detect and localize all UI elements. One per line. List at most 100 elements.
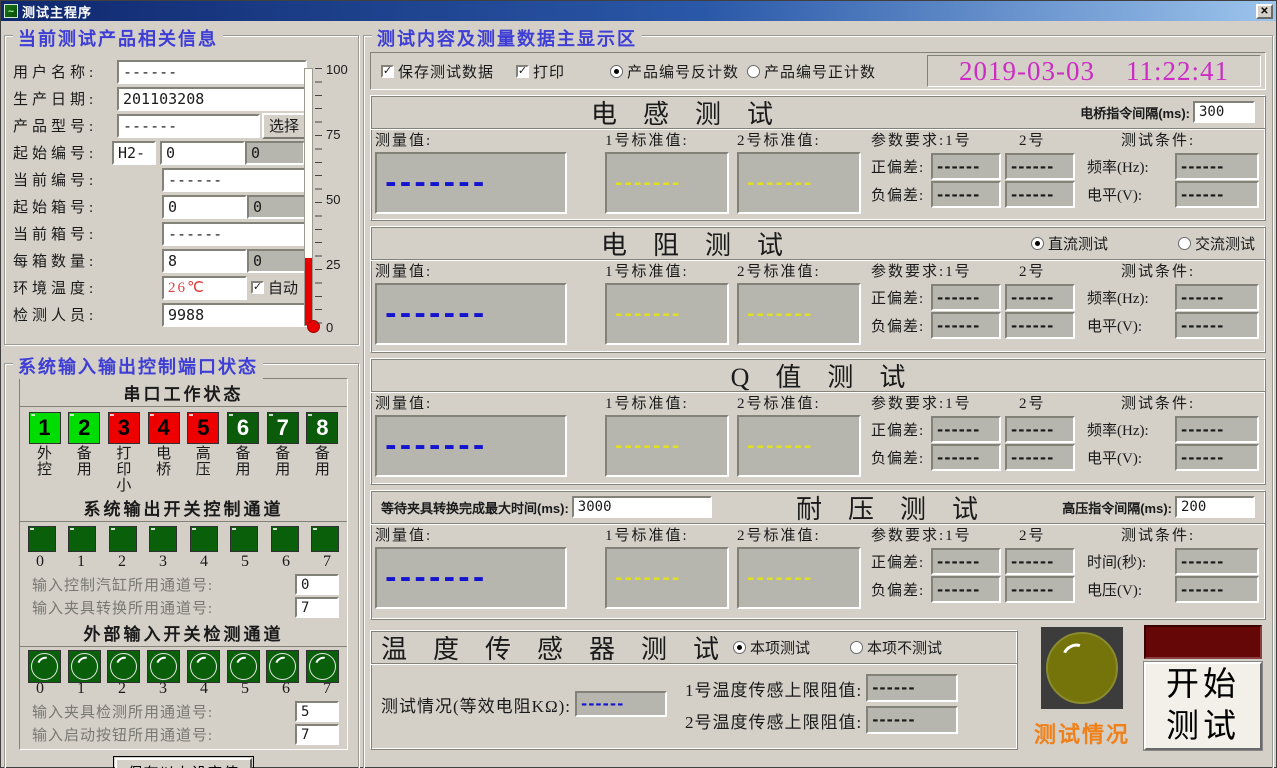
fixture-switch-channel-input[interactable]: 7: [295, 597, 339, 618]
current-box-label: 当前箱号:: [13, 223, 117, 244]
inspector-input[interactable]: 9988: [162, 303, 308, 327]
current-no-label: 当前编号:: [13, 169, 117, 190]
current-box-input[interactable]: ------: [162, 222, 308, 246]
measured-label: 测量值:: [375, 393, 587, 415]
serial-led-4: 4: [148, 412, 180, 444]
start-box-input[interactable]: 0: [162, 195, 247, 219]
voltage-label: 电压(V):: [1087, 579, 1175, 600]
save-data-checkbox[interactable]: ✓: [381, 65, 394, 78]
limit1-display: ------: [866, 674, 958, 702]
env-temp-value: 26℃: [162, 276, 247, 300]
start-button-channel-input[interactable]: 7: [295, 724, 339, 745]
pos-dev-2-display: ------: [1005, 284, 1075, 311]
start-box-label: 起始箱号:: [13, 196, 117, 217]
date-label: 生产日期:: [13, 88, 117, 109]
param2-label: 2号: [1019, 524, 1085, 545]
tick-100: 100: [326, 62, 348, 77]
ac-test-radio[interactable]: [1178, 237, 1191, 250]
print-checkbox[interactable]: ✓: [516, 65, 529, 78]
start-test-button[interactable]: 开始 测试: [1144, 662, 1262, 750]
neg-dev-1-display: ------: [931, 444, 1001, 471]
user-input[interactable]: ------: [117, 60, 307, 84]
param-req-label: 参数要求:1号: [871, 524, 1019, 545]
input-led-row: [20, 647, 347, 683]
q-value-test-section: Q 值 测 试 测量值: ------- 1号标准值: ------- 2号标准…: [370, 358, 1266, 485]
pos-dev-1-display: ------: [931, 284, 1001, 311]
freq-label: 频率(Hz):: [1087, 419, 1175, 440]
measured-label: 测量值:: [375, 261, 587, 283]
freq-label: 频率(Hz):: [1087, 287, 1175, 308]
fixture-detect-channel-input[interactable]: 5: [295, 701, 339, 722]
pos-dev-2-display: ------: [1005, 416, 1075, 443]
std2-label: 2号标准值:: [737, 261, 865, 283]
save-settings-button[interactable]: 保存以上设定值: [115, 758, 251, 768]
std2-value-display: -------: [737, 415, 861, 477]
qty-label: 每箱数量:: [13, 250, 117, 271]
cond-label: 测试条件:: [1121, 524, 1195, 545]
skip-test-radio[interactable]: [850, 641, 863, 654]
user-label: 用户名称:: [13, 61, 117, 82]
std2-label: 2号标准值:: [737, 393, 865, 415]
serial-led-3: 3: [108, 412, 140, 444]
input-channels-title: 外部输入开关检测通道: [20, 619, 347, 647]
freq-display: ------: [1175, 153, 1259, 180]
level-label: 电平(V):: [1087, 447, 1175, 468]
save-data-label: 保存测试数据: [398, 61, 494, 82]
count-up-label: 产品编号正计数: [764, 61, 876, 82]
product-info-panel: 当前测试产品相关信息 用户名称: ------ 生产日期: 201103208 …: [4, 35, 359, 345]
model-input[interactable]: ------: [117, 114, 260, 138]
test-display-title: 测试内容及测量数据主显示区: [372, 25, 642, 51]
bridge-interval-input[interactable]: 300: [1193, 101, 1255, 123]
window-title: 测试主程序: [22, 2, 92, 21]
count-down-radio[interactable]: [610, 65, 623, 78]
ac-test-label: 交流测试: [1195, 233, 1255, 254]
skip-test-label: 本项不测试: [867, 637, 942, 658]
input-led-6: [266, 650, 299, 683]
pos-dev-label: 正偏差:: [871, 419, 931, 440]
serial-led-8: 8: [306, 412, 338, 444]
date-input[interactable]: 201103208: [117, 87, 307, 111]
count-up-radio[interactable]: [747, 65, 760, 78]
input-led-1: [68, 650, 101, 683]
serial-led-3-label: 打印小: [114, 446, 134, 494]
freq-display: ------: [1175, 416, 1259, 443]
cylinder-channel-input[interactable]: 0: [295, 574, 339, 595]
output-led-1: [68, 526, 96, 552]
output-led-3: [149, 526, 177, 552]
neg-dev-2-display: ------: [1005, 444, 1075, 471]
measured-value-display: -------: [375, 547, 567, 609]
qty-input[interactable]: 8: [162, 249, 247, 273]
dc-test-label: 直流测试: [1048, 233, 1108, 254]
dc-test-radio[interactable]: [1031, 237, 1044, 250]
do-test-radio[interactable]: [733, 641, 746, 654]
withstand-voltage-test-section: 等待夹具转换完成最大时间(ms): 3000 耐 压 测 试 高压指令间隔(ms…: [370, 490, 1266, 620]
status-lamp-frame: [1041, 627, 1123, 709]
std1-label: 1号标准值:: [605, 525, 733, 547]
bridge-interval-label: 电桥指令间隔(ms):: [1080, 103, 1190, 122]
start-no-input[interactable]: 0: [160, 141, 245, 165]
hv-interval-input[interactable]: 200: [1175, 496, 1255, 518]
start-no-extra: 0: [245, 141, 305, 165]
auto-checkbox[interactable]: ✓: [251, 281, 264, 294]
close-icon[interactable]: ✕: [1256, 4, 1273, 19]
start-no-label: 起始编号:: [13, 142, 117, 163]
fixture-wait-input[interactable]: 3000: [572, 496, 712, 518]
std2-label: 2号标准值:: [737, 525, 865, 547]
param-req-label: 参数要求:1号: [871, 129, 1019, 150]
input-led-7: [306, 650, 339, 683]
std1-value-display: -------: [605, 152, 729, 214]
date-display: 2019-03-03: [959, 56, 1095, 87]
std1-label: 1号标准值:: [605, 261, 733, 283]
fixture-switch-channel-label: 输入夹具转换所用通道号:: [32, 597, 213, 618]
current-no-input[interactable]: ------: [162, 168, 308, 192]
start-no-prefix-input[interactable]: H2-: [112, 141, 156, 165]
pos-dev-label: 正偏差:: [871, 551, 931, 572]
tick-25: 25: [326, 257, 340, 272]
fixture-detect-channel-label: 输入夹具检测所用通道号:: [32, 701, 213, 722]
cond-label: 测试条件:: [1121, 260, 1195, 281]
param2-label: 2号: [1019, 392, 1085, 413]
param2-label: 2号: [1019, 260, 1085, 281]
limit2-display: ------: [866, 706, 958, 734]
serial-led-7: 7: [267, 412, 299, 444]
neg-dev-label: 负偏差:: [871, 579, 931, 600]
